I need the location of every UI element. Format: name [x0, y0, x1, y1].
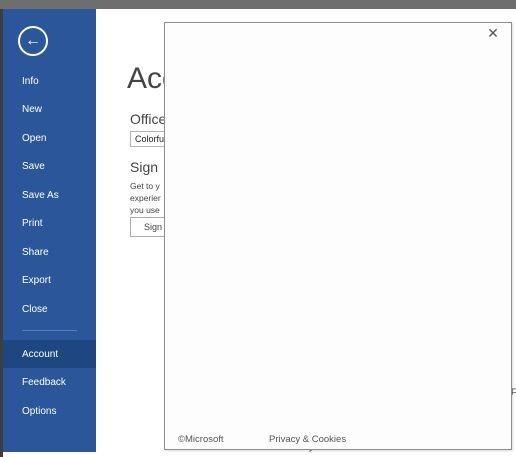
sidebar-item-label: Print: [22, 217, 43, 229]
sidebar-item-label: Save: [22, 160, 45, 172]
back-arrow-icon: ←: [25, 32, 41, 49]
sidebar-item-label: Options: [22, 405, 57, 417]
window-titlebar: [0, 0, 516, 9]
sidebar-divider: [22, 330, 77, 331]
copyright-text: ©Microsoft: [178, 434, 224, 445]
sidebar-item-label: Feedback: [22, 376, 66, 388]
sidebar-item-account[interactable]: Account: [3, 340, 96, 368]
office-theme-heading: Office: [130, 111, 167, 127]
sidebar-item-info[interactable]: Info: [3, 67, 96, 95]
sidebar-item-label: Info: [22, 75, 39, 87]
sidebar-item-save-as[interactable]: Save As: [3, 181, 96, 209]
sidebar-item-options[interactable]: Options: [3, 397, 96, 425]
sidebar-item-label: New: [22, 103, 43, 115]
sidebar-item-label: Export: [22, 274, 51, 286]
sign-in-heading: Sign: [130, 159, 159, 175]
close-icon: ✕: [487, 25, 499, 41]
backstage-sidebar: ← Info New Open Save Save As Print Share…: [3, 9, 96, 452]
sign-in-dialog: ✕ ©Microsoft Privacy & Cookies: [164, 22, 512, 450]
privacy-cookies-link[interactable]: Privacy & Cookies: [269, 434, 346, 445]
sidebar-item-feedback[interactable]: Feedback: [3, 368, 96, 396]
back-button[interactable]: ←: [18, 26, 48, 56]
sidebar-item-label: Open: [22, 132, 47, 144]
sidebar-item-new[interactable]: New: [3, 95, 96, 123]
sidebar-item-share[interactable]: Share: [3, 238, 96, 266]
sidebar-item-label: Save As: [22, 189, 59, 201]
sidebar-item-close[interactable]: Close: [3, 295, 96, 323]
sidebar-item-export[interactable]: Export: [3, 266, 96, 294]
sidebar-item-save[interactable]: Save: [3, 152, 96, 180]
sidebar-item-label: Account: [22, 348, 59, 360]
sidebar-item-label: Close: [22, 303, 48, 315]
close-button[interactable]: ✕: [486, 26, 500, 40]
sidebar-item-print[interactable]: Print: [3, 209, 96, 237]
sidebar-item-open[interactable]: Open: [3, 124, 96, 152]
sidebar-item-label: Share: [22, 246, 49, 258]
